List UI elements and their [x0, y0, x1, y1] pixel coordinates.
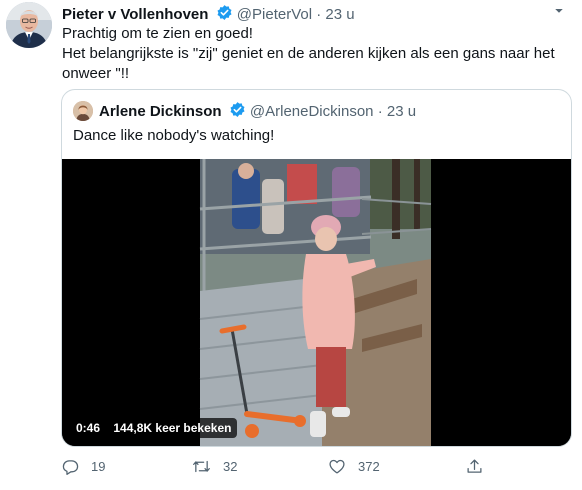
author-avatar[interactable]: [6, 2, 52, 48]
verified-icon: [216, 4, 233, 25]
reply-icon: [62, 459, 79, 475]
quoted-tweet-header: Arlene Dickinson @ArleneDickinson · 23 u: [99, 101, 416, 122]
like-button[interactable]: 372: [328, 454, 380, 478]
author-name[interactable]: Pieter v Vollenhoven: [62, 6, 208, 23]
share-icon: [467, 458, 482, 473]
video-info-overlay: 0:46 144,8K keer bekeken: [70, 418, 238, 438]
retweet-icon: [193, 460, 210, 472]
avatar-image: [73, 101, 93, 121]
reply-button[interactable]: 19: [62, 454, 105, 478]
quoted-author-name[interactable]: Arlene Dickinson: [99, 103, 222, 120]
share-button[interactable]: [466, 454, 483, 478]
video-duration: 0:46: [76, 421, 101, 435]
tweet[interactable]: Pieter v Vollenhoven @PieterVol · 23 u P…: [0, 0, 582, 490]
video-frame: [62, 159, 571, 446]
quoted-author-avatar[interactable]: [73, 101, 93, 121]
reply-count: 19: [91, 458, 106, 474]
retweet-button[interactable]: 32: [192, 454, 237, 478]
tweet-header: Pieter v Vollenhoven @PieterVol · 23 u: [62, 4, 552, 24]
retweet-count: 32: [223, 458, 238, 474]
tweet-text-line: Prachtig om te zien en goed!: [62, 25, 253, 42]
quoted-author-handle: @ArleneDickinson: [249, 103, 374, 120]
tweet-text-line: Het belangrijkste is "zij" geniet en de …: [62, 45, 555, 62]
quoted-tweet[interactable]: Arlene Dickinson @ArleneDickinson · 23 u…: [61, 89, 572, 447]
more-icon[interactable]: [550, 0, 568, 23]
separator-dot: ·: [316, 6, 322, 23]
action-bar: 19 32 372: [62, 454, 502, 478]
video-view-count: 144,8K keer bekeken: [113, 421, 232, 435]
tweet-text: Prachtig om te zien en goed! Het belangr…: [62, 24, 567, 84]
separator-dot: ·: [377, 103, 383, 120]
like-icon: [329, 459, 345, 474]
timestamp[interactable]: 23 u: [325, 6, 354, 23]
avatar-image: [6, 2, 52, 48]
verified-icon: [229, 101, 246, 122]
quoted-tweet-text: Dance like nobody's watching!: [73, 127, 275, 144]
tweet-text-line: onweer "!!: [62, 65, 130, 82]
author-handle[interactable]: @PieterVol: [237, 6, 312, 23]
like-count: 372: [358, 458, 380, 474]
video-player[interactable]: 0:46 144,8K keer bekeken: [62, 159, 571, 446]
quoted-timestamp: 23 u: [386, 103, 417, 120]
